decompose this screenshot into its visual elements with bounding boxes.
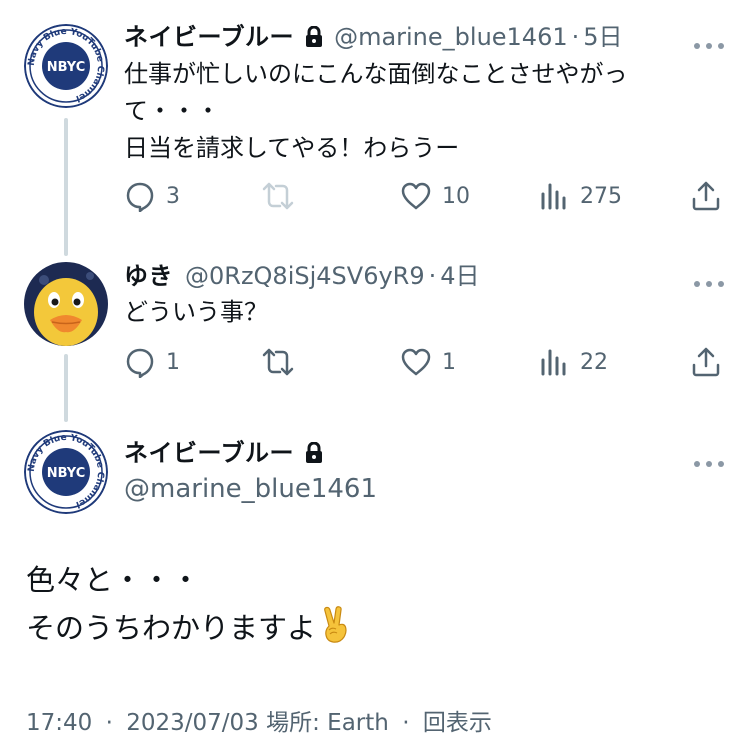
- main-text-line-2-content: そのうちわかりますよ: [26, 611, 317, 645]
- tweet2-handle[interactable]: @0RzQ8iSj4SV6yR9: [185, 261, 425, 291]
- views-icon: [541, 183, 566, 210]
- like-count: 1: [442, 349, 456, 375]
- main-time[interactable]: 17:40: [26, 710, 92, 736]
- main-location[interactable]: 場所: Earth: [266, 710, 389, 736]
- avatar-yuki[interactable]: [24, 262, 108, 346]
- tweet1-time[interactable]: 5日: [583, 22, 622, 52]
- like-button[interactable]: 1: [400, 342, 456, 382]
- avatar-nbyc-main[interactable]: Navy Blue YouTube Channel NBYC: [24, 430, 108, 514]
- reply-count: 1: [166, 349, 180, 375]
- like-icon: [401, 348, 431, 376]
- main-meta: 17:40 · 2023/07/03 場所: Earth · 回表示: [26, 703, 492, 737]
- retweet-icon: [262, 182, 294, 210]
- reply-button[interactable]: 3: [124, 176, 180, 216]
- tweet2-display-name[interactable]: ゆき: [124, 261, 173, 291]
- reply-icon: [126, 182, 154, 212]
- more-icon[interactable]: [693, 35, 725, 49]
- views-count: 22: [580, 349, 608, 375]
- retweet-button[interactable]: [262, 176, 294, 216]
- lock-icon: [304, 25, 324, 47]
- tweet1-text: 仕事が忙しいのにこんな面倒なことさせやがっ て・・・ 日当を請求してやる！わらう…: [124, 56, 628, 167]
- tweet1-handle[interactable]: @marine_blue1461: [334, 22, 568, 52]
- main-text-line-1: 色々と・・・: [26, 563, 201, 597]
- svg-text:NBYC: NBYC: [47, 60, 86, 75]
- tweet1-line: て・・・: [124, 97, 220, 125]
- views-count: 275: [580, 183, 622, 209]
- tweet1-actions: 3 10 275: [124, 176, 724, 216]
- victory-hand-emoji: [320, 606, 352, 644]
- main-date[interactable]: 2023/07/03: [126, 710, 259, 736]
- reply-icon: [126, 348, 154, 378]
- main-header: ネイビーブルー: [124, 438, 334, 468]
- share-icon: [692, 181, 720, 211]
- tweet1-display-name[interactable]: ネイビーブルー: [124, 22, 294, 52]
- main-views-label: 回表示: [422, 710, 492, 736]
- like-button[interactable]: 10: [400, 176, 470, 216]
- views-button[interactable]: 22: [538, 342, 608, 382]
- main-display-name[interactable]: ネイビーブルー: [124, 438, 294, 468]
- thread-line-2: [64, 354, 68, 422]
- share-button[interactable]: [690, 176, 722, 216]
- like-count: 10: [442, 183, 470, 209]
- more-icon[interactable]: [693, 453, 725, 467]
- tweet2-time[interactable]: 4日: [440, 261, 479, 291]
- tweet2-separator: ·: [428, 262, 437, 290]
- avatar-nbyc[interactable]: Navy Blue YouTube Channel NBYC: [24, 24, 108, 108]
- main-handle[interactable]: @marine_blue1461: [124, 474, 377, 504]
- tweet2-actions: 1 1 22: [124, 342, 724, 382]
- thread-line-1: [64, 118, 68, 256]
- tweet2-line: どういう事？: [124, 298, 268, 326]
- share-button[interactable]: [690, 342, 722, 382]
- reply-button[interactable]: 1: [124, 342, 180, 382]
- lock-icon: [304, 441, 324, 463]
- reply-count: 3: [166, 183, 180, 209]
- share-icon: [692, 347, 720, 377]
- more-icon[interactable]: [693, 273, 725, 287]
- tweet1-separator: ·: [571, 23, 580, 51]
- tweet1-line: 仕事が忙しいのにこんな面倒なことさせやがっ: [124, 60, 628, 88]
- tweet2-header: ゆき @0RzQ8iSj4SV6yR9 · 4日: [124, 261, 480, 291]
- tweet1-line: 日当を請求してやる！わらうー: [124, 134, 460, 162]
- views-button[interactable]: 275: [538, 176, 622, 216]
- like-icon: [401, 182, 431, 210]
- main-text-line-2: そのうちわかりますよ: [26, 604, 352, 652]
- retweet-button[interactable]: [262, 342, 294, 382]
- views-icon: [541, 349, 566, 376]
- svg-text:NBYC: NBYC: [47, 466, 86, 481]
- retweet-icon: [262, 348, 294, 376]
- meta-separator: ·: [105, 710, 113, 736]
- meta-separator: ·: [402, 710, 410, 736]
- tweet2-text: どういう事？: [124, 294, 268, 331]
- tweet1-header: ネイビーブルー @marine_blue1461 · 5日: [124, 22, 623, 52]
